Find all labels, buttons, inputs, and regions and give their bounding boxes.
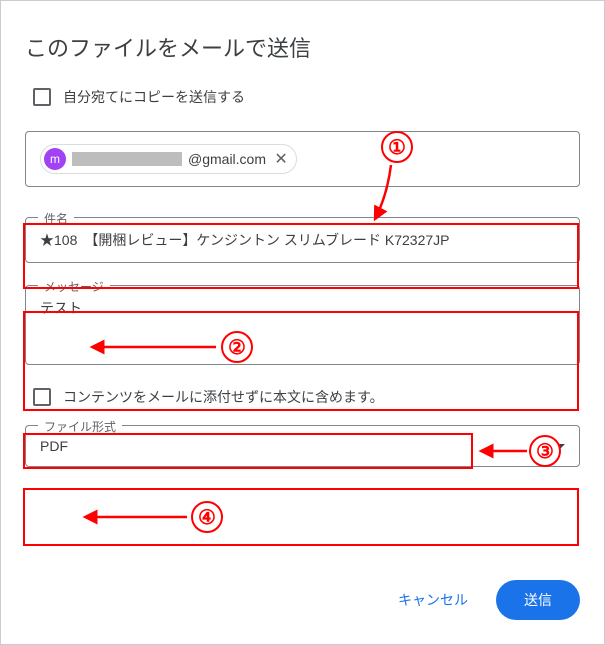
- cancel-button[interactable]: キャンセル: [388, 582, 478, 618]
- subject-label: 件名: [38, 210, 74, 227]
- file-format-label: ファイル形式: [38, 418, 122, 435]
- copy-to-self-label: 自分宛てにコピーを送信する: [63, 87, 245, 107]
- inline-content-checkbox[interactable]: [33, 388, 51, 406]
- inline-content-row: コンテンツをメールに添付せずに本文に含めます。: [33, 387, 580, 407]
- file-format-value[interactable]: PDF: [40, 438, 68, 454]
- copy-to-self-row: 自分宛てにコピーを送信する: [33, 87, 580, 107]
- email-suffix: @gmail.com: [188, 151, 266, 167]
- subject-field[interactable]: 件名 ★108 【開梱レビュー】ケンジントン スリムブレード K72327JP: [25, 217, 580, 263]
- message-label: メッセージ: [38, 278, 110, 295]
- message-field[interactable]: メッセージ テスト: [25, 285, 580, 365]
- dialog-actions: キャンセル 送信: [388, 580, 580, 620]
- file-format-field[interactable]: ファイル形式 PDF: [25, 425, 580, 467]
- recipient-field[interactable]: m @gmail.com ✕: [25, 131, 580, 187]
- copy-to-self-checkbox[interactable]: [33, 88, 51, 106]
- annotation-arrow-4: [79, 507, 195, 531]
- message-input[interactable]: テスト: [40, 298, 565, 318]
- avatar: m: [44, 148, 66, 170]
- send-button[interactable]: 送信: [496, 580, 580, 620]
- annotation-number-4: ④: [191, 501, 223, 533]
- redacted-name: [72, 152, 182, 166]
- subject-input[interactable]: ★108 【開梱レビュー】ケンジントン スリムブレード K72327JP: [40, 230, 565, 250]
- close-icon[interactable]: ✕: [272, 150, 290, 168]
- recipient-chip[interactable]: m @gmail.com ✕: [40, 144, 297, 174]
- chevron-down-icon[interactable]: [555, 444, 565, 449]
- inline-content-label: コンテンツをメールに添付せずに本文に含めます。: [63, 387, 384, 407]
- annotation-box-4: [23, 488, 579, 546]
- dialog-title: このファイルをメールで送信: [25, 31, 580, 63]
